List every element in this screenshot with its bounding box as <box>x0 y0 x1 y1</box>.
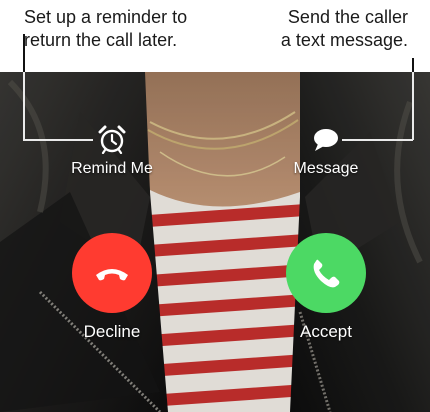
remind-me-button[interactable]: Remind Me <box>52 124 172 178</box>
remind-me-leader-vertical-lower <box>23 72 25 140</box>
message-callout: Send the caller a text message. <box>281 6 408 52</box>
phone-hangup-icon <box>96 269 128 281</box>
alarm-clock-icon <box>98 125 126 154</box>
remind-me-callout: Set up a reminder to return the call lat… <box>24 6 187 52</box>
remind-me-callout-line1: Set up a reminder to <box>24 7 188 27</box>
remind-me-callout-line2: return the call later. <box>24 30 178 50</box>
remind-me-label: Remind Me <box>71 160 153 177</box>
message-button[interactable]: Message <box>266 124 386 178</box>
decline-action: Decline <box>52 233 172 342</box>
decline-label: Decline <box>83 322 141 341</box>
message-bubble-icon <box>314 129 338 151</box>
accept-button[interactable] <box>286 233 366 313</box>
phone-icon <box>313 259 340 288</box>
message-leader-vertical-lower <box>412 72 414 140</box>
message-callout-line2: a text message. <box>280 30 408 50</box>
message-label: Message <box>293 160 359 177</box>
accept-action: Accept <box>266 233 386 342</box>
decline-button[interactable] <box>72 233 152 313</box>
accept-label: Accept <box>300 322 352 341</box>
message-callout-line1: Send the caller <box>287 7 408 27</box>
